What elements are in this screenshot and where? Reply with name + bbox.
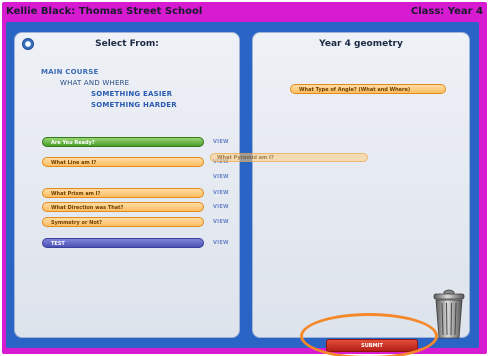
- class-plan-title: Year 4 geometry: [319, 39, 403, 49]
- task-what-line-am-i[interactable]: What Line am I?: [42, 157, 204, 167]
- select-from-panel: Select From: MAIN COURSE WHAT AND WHERE …: [14, 32, 240, 338]
- trash-can-icon[interactable]: [432, 288, 466, 340]
- workspace: Select From: MAIN COURSE WHAT AND WHERE …: [6, 22, 479, 352]
- submit-highlight-ring: [300, 313, 438, 356]
- task-what-prism-am-i[interactable]: What Prism am I?: [42, 188, 204, 198]
- view-link-what-direction[interactable]: VIEW: [213, 204, 229, 210]
- task-what-direction[interactable]: What Direction was That?: [42, 202, 204, 212]
- view-link-are-you-ready[interactable]: VIEW: [213, 139, 229, 145]
- course-link-what-and-where[interactable]: WHAT AND WHERE: [60, 79, 129, 87]
- select-from-title: Select From:: [95, 39, 159, 49]
- view-link-what-prism-am-i[interactable]: VIEW: [213, 190, 229, 196]
- class-label: Class: Year 4: [410, 5, 483, 17]
- view-link-test[interactable]: VIEW: [213, 240, 229, 246]
- view-link-symmetry-or-not[interactable]: VIEW: [213, 219, 229, 225]
- view-link-what-pyramid-am-i[interactable]: VIEW: [213, 174, 229, 180]
- user-school-label: Kellie Black: Thomas Street School: [6, 5, 203, 17]
- task-symmetry-or-not[interactable]: Symmetry or Not?: [42, 217, 204, 227]
- dragged-task-what-pyramid-am-i[interactable]: What Pyramid am I?: [210, 153, 368, 162]
- task-are-you-ready[interactable]: Are You Ready?: [42, 137, 204, 147]
- course-link-something-harder[interactable]: SOMETHING HARDER: [91, 101, 177, 109]
- task-test[interactable]: TEST: [42, 238, 204, 248]
- assigned-task-what-type-of-angle[interactable]: What Type of Angle? (What and Where): [290, 84, 446, 94]
- course-link-something-easier[interactable]: SOMETHING EASIER: [91, 90, 172, 98]
- header-bar: Kellie Black: Thomas Street School Class…: [6, 2, 483, 20]
- course-link-main-course[interactable]: MAIN COURSE: [41, 68, 98, 76]
